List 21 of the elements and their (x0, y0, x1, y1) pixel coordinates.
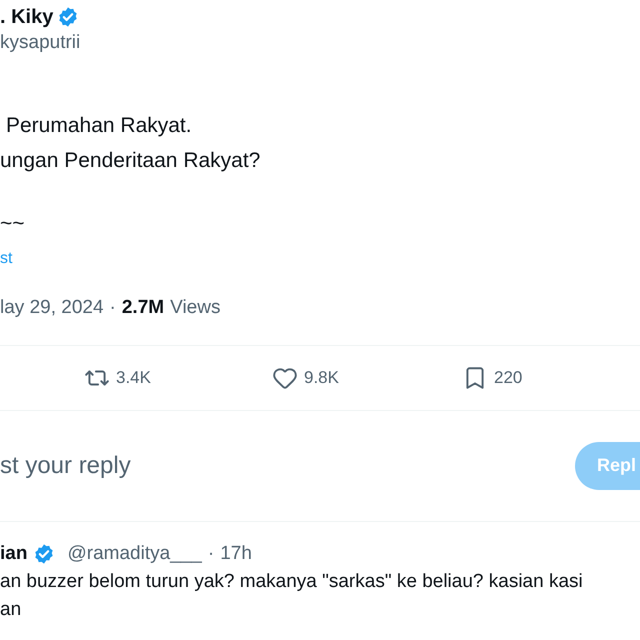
reply-button[interactable]: Repl (575, 442, 640, 490)
like-count: 9.8K (304, 366, 339, 389)
views-label: Views (170, 296, 220, 320)
translate-link[interactable]: st (0, 249, 12, 269)
tweet-text: ~~ (0, 211, 25, 237)
separator-dot: · (208, 542, 214, 566)
reply-text: an buzzer belom turun yak? makanya "sarkas" ke beliau? kasian kasi (0, 570, 583, 594)
reply-time: 17h (220, 542, 252, 566)
reply-author-handle: @ramaditya___ (67, 542, 202, 566)
tweet-text: ungan Penderitaan Rakyat? (0, 148, 260, 174)
repost-count: 3.4K (116, 366, 151, 389)
reply-text: an (0, 598, 22, 622)
tweet-text: Perumahan Rakyat. (5, 113, 192, 139)
separator-dot: · (110, 296, 116, 320)
reply-field[interactable]: st your reply (0, 448, 400, 484)
bookmark-count: 220 (494, 366, 522, 389)
reply-author-name: ian (0, 542, 28, 566)
author-handle: kysaputrii (0, 31, 80, 55)
views-count: 2.7M (122, 296, 164, 320)
post-date: lay 29, 2024 (0, 296, 104, 320)
author-name: . Kiky (0, 7, 54, 27)
